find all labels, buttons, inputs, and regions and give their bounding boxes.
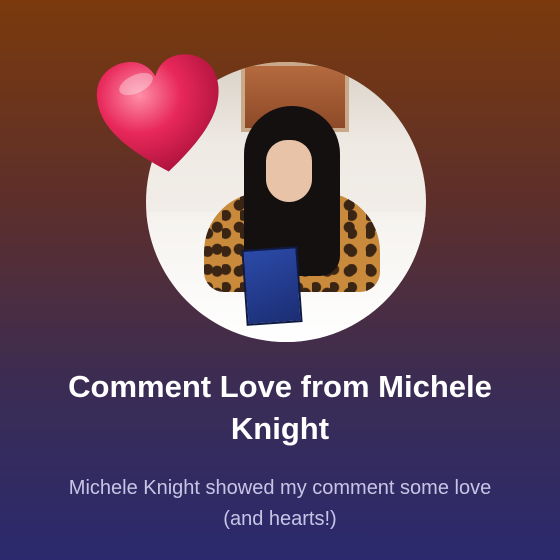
tarot-book	[241, 246, 303, 326]
comment-love-card: Comment Love from Michele Knight Michele…	[0, 0, 560, 560]
card-title: Comment Love from Michele Knight	[68, 369, 492, 446]
face	[266, 140, 312, 202]
card-subtitle: Michele Knight showed my comment some lo…	[68, 477, 492, 530]
heart-icon	[96, 54, 219, 172]
